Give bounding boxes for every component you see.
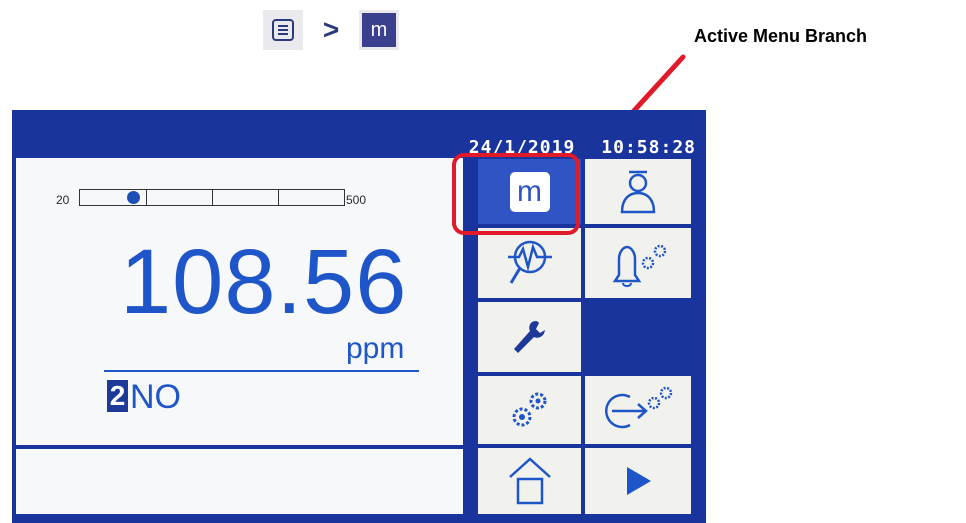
play-icon — [627, 467, 651, 495]
channel-name: NO — [130, 378, 181, 416]
bargraph — [79, 189, 345, 206]
status-panel — [16, 449, 463, 514]
diagnostics-button[interactable] — [478, 228, 581, 298]
diagnostics-magnifier-icon — [507, 240, 552, 284]
reading-unit: ppm — [346, 332, 405, 365]
gears-icon — [512, 392, 546, 427]
measurement-panel: 20 500 108.56 ppm 2 NO — [16, 158, 463, 445]
bargraph-divider — [212, 190, 213, 205]
bell-gears-icon — [612, 244, 667, 287]
home-button[interactable] — [478, 448, 581, 514]
bargraph-max-label: 500 — [346, 193, 367, 207]
logout-gears-icon — [605, 386, 673, 429]
bargraph-min-label: 20 — [56, 193, 70, 207]
alarm-settings-button[interactable] — [585, 228, 691, 298]
m-icon: m — [509, 171, 550, 212]
time-text: 10:58:28 — [601, 137, 696, 158]
measurement-menu-button[interactable]: m — [478, 159, 581, 224]
bargraph-level-marker — [127, 191, 140, 204]
logout-button[interactable] — [585, 376, 691, 444]
device-screen: 24/1/2019 10:58:28 20 500 108.56 ppm 2 NO… — [12, 110, 706, 523]
bargraph-divider — [278, 190, 279, 205]
date-text: 24/1/2019 — [468, 137, 576, 158]
reading-value: 108.56 — [120, 231, 408, 333]
next-button[interactable] — [585, 448, 691, 514]
home-icon — [508, 457, 551, 505]
service-button[interactable] — [478, 302, 581, 372]
channel-number: 2 — [107, 380, 128, 412]
datetime: 24/1/2019 10:58:28 — [469, 137, 696, 158]
bargraph-divider — [146, 190, 147, 205]
user-button[interactable] — [585, 159, 691, 224]
wrench-icon — [513, 321, 545, 353]
divider — [104, 370, 419, 372]
person-icon — [620, 170, 656, 213]
settings-button[interactable] — [478, 376, 581, 444]
